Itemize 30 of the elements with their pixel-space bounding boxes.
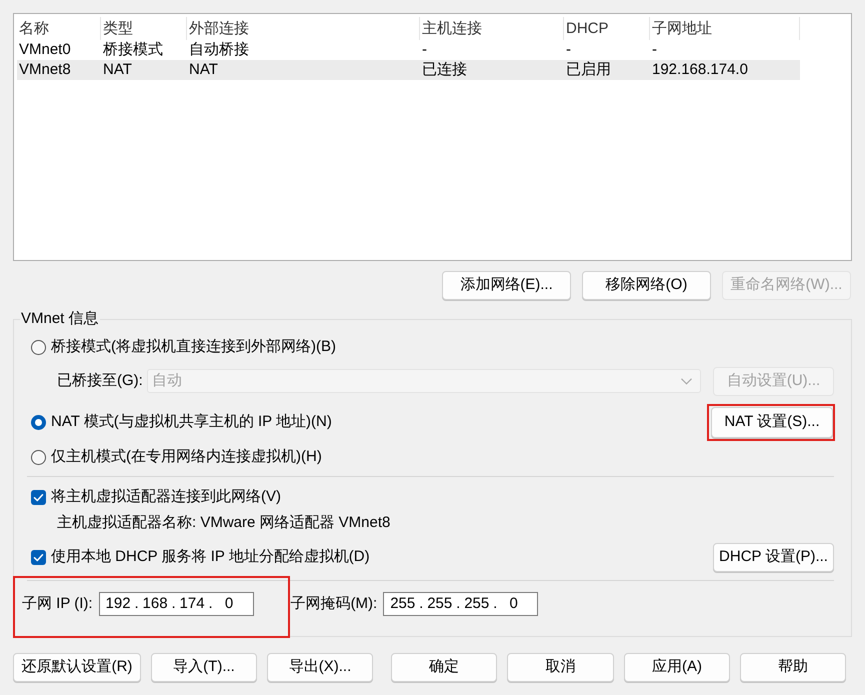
- table-cell[interactable]: 已连接: [420, 60, 564, 80]
- radio-option[interactable]: NAT 模式(与虚拟机共享主机的 IP 地址)(N): [31, 410, 332, 434]
- checkbox-option[interactable]: 将主机虚拟适配器连接到此网络(V): [31, 486, 281, 508]
- table-cell[interactable]: NAT: [187, 60, 420, 80]
- group-title: VMnet 信息: [20, 310, 100, 328]
- network-button[interactable]: 移除网络(O): [582, 271, 711, 300]
- table-cell[interactable]: NAT: [101, 60, 187, 80]
- checkbox-option[interactable]: 使用本地 DHCP 服务将 IP 地址分配给虚拟机(D): [31, 546, 370, 568]
- adapter-name-text: 主机虚拟适配器名称: VMware 网络适配器 VMnet8: [57, 512, 390, 533]
- dialog-button[interactable]: 还原默认设置(R): [13, 653, 141, 682]
- table-cell[interactable]: 192.168.174.0: [650, 60, 800, 80]
- ip-address-field[interactable]: 255 . 255 . 255 . 0: [383, 592, 538, 616]
- field-label: 子网掩码(M):: [290, 594, 378, 614]
- chevron-down-icon: [681, 378, 692, 384]
- table-cell[interactable]: 已启用: [564, 60, 650, 80]
- radio-option[interactable]: 桥接模式(将虚拟机直接连接到外部网络)(B): [31, 336, 336, 358]
- dialog-button[interactable]: 确定: [391, 653, 497, 682]
- dialog-button[interactable]: 应用(A): [624, 653, 730, 682]
- field-label: 子网 IP (I):: [22, 594, 93, 614]
- field-label: 已桥接至(G):: [57, 370, 143, 391]
- dialog-button[interactable]: 导入(T)...: [151, 653, 257, 682]
- network-button[interactable]: 添加网络(E)...: [442, 271, 571, 300]
- dialog-button[interactable]: 取消: [507, 653, 614, 682]
- nat-settings-button[interactable]: NAT 设置(S)...: [711, 406, 833, 438]
- radio-option[interactable]: 仅主机模式(在专用网络内连接虚拟机)(H): [31, 446, 322, 468]
- dhcp-settings-button[interactable]: DHCP 设置(P)...: [713, 542, 834, 572]
- dialog-button[interactable]: 导出(X)...: [267, 653, 373, 682]
- table-cell[interactable]: VMnet8: [17, 60, 101, 80]
- dialog-button[interactable]: 帮助: [740, 653, 846, 682]
- ip-address-field[interactable]: 192 . 168 . 174 . 0: [98, 592, 254, 616]
